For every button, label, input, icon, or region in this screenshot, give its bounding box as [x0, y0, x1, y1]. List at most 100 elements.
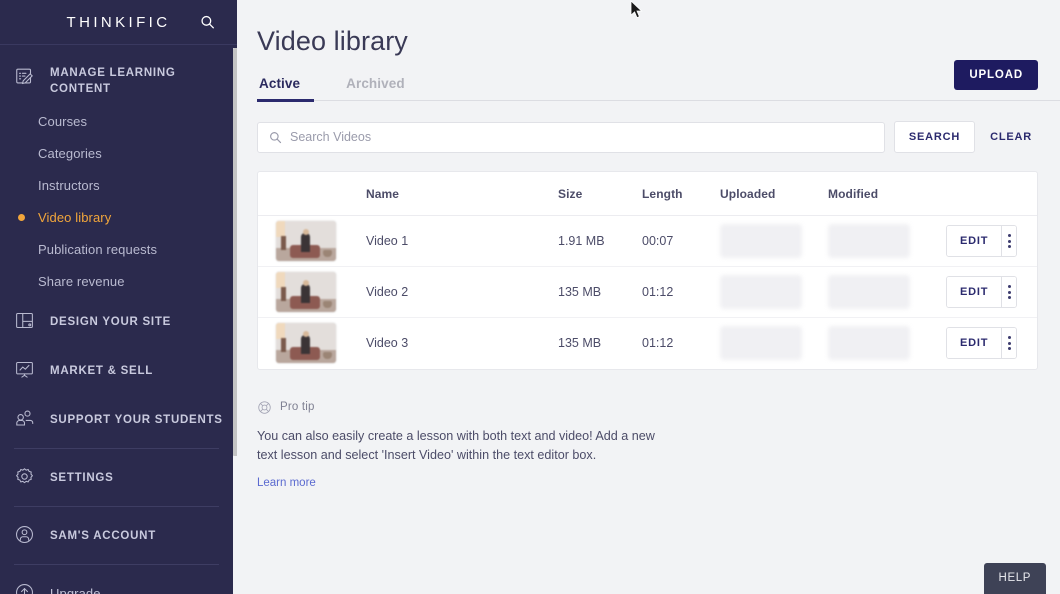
- edit-button[interactable]: EDIT: [947, 277, 1003, 307]
- cell-actions: EDIT: [946, 215, 1037, 267]
- cell-thumbnail[interactable]: [258, 215, 366, 267]
- cell-thumbnail[interactable]: [258, 318, 366, 369]
- people-icon: [14, 408, 38, 432]
- search-icon: [269, 131, 282, 144]
- table-row[interactable]: Video 2 135 MB 01:12 EDIT: [258, 266, 1037, 318]
- lifebuoy-icon: [257, 400, 272, 415]
- video-table: Name Size Length Uploaded Modified Video…: [258, 172, 1037, 369]
- col-actions: [946, 172, 1037, 216]
- search-icon[interactable]: [200, 15, 215, 30]
- pro-tip-body: You can also easily create a lesson with…: [257, 428, 655, 462]
- page-title: Video library: [257, 26, 408, 56]
- sidebar-item-label: SUPPORT YOUR STUDENTS: [50, 413, 223, 426]
- search-input[interactable]: [290, 130, 873, 144]
- video-table-card: Name Size Length Uploaded Modified Video…: [257, 171, 1038, 370]
- col-size: Size: [558, 172, 642, 216]
- learn-more-link[interactable]: Learn more: [257, 477, 316, 489]
- edit-button[interactable]: EDIT: [947, 328, 1003, 359]
- sidebar-item-label: Upgrade: [50, 586, 101, 594]
- sidebar-item-support-your-students[interactable]: SUPPORT YOUR STUDENTS: [0, 395, 237, 444]
- cell-uploaded: [720, 266, 828, 318]
- cell-length: 01:12: [642, 336, 674, 351]
- edit-document-icon: [14, 66, 38, 90]
- sidebar-item-label: Categories: [38, 145, 102, 161]
- edit-button[interactable]: EDIT: [947, 226, 1003, 256]
- sidebar-item-instructors[interactable]: Instructors: [0, 169, 237, 201]
- sidebar-item-market-and-sell[interactable]: MARKET & SELL: [0, 346, 237, 395]
- video-thumbnail[interactable]: [276, 272, 336, 312]
- search-button[interactable]: SEARCH: [893, 121, 976, 153]
- redacted-value: [828, 326, 910, 361]
- cell-length: 01:12: [642, 266, 720, 318]
- sidebar-item-label: Courses: [38, 113, 88, 129]
- cell-name: Video 2: [366, 266, 558, 318]
- sidebar-item-publication-requests[interactable]: Publication requests: [0, 233, 237, 265]
- tabs: Active Archived: [257, 75, 423, 102]
- cell-name: Video 3: [366, 336, 409, 351]
- cell-size: 135 MB: [558, 266, 642, 318]
- cell-length: 00:07: [642, 215, 720, 267]
- tabs-bar: Active Archived UPLOAD: [257, 60, 1060, 102]
- col-modified: Modified: [828, 172, 946, 216]
- pro-tip: Pro tip You can also easily create a les…: [257, 400, 677, 491]
- sidebar-item-label: Video library: [38, 209, 112, 225]
- arrow-up-circle-icon: [14, 582, 38, 594]
- clear-button[interactable]: CLEAR: [984, 122, 1038, 152]
- cell-actions: EDIT: [946, 266, 1037, 318]
- tab-active[interactable]: Active: [257, 76, 328, 102]
- cell-modified: [828, 318, 946, 369]
- gear-icon: [14, 466, 38, 490]
- table-row[interactable]: Video 1 1.91 MB 00:07 EDIT: [258, 215, 1037, 267]
- search-field[interactable]: [257, 121, 885, 153]
- redacted-value: [828, 275, 910, 309]
- cell-thumbnail[interactable]: [258, 266, 366, 318]
- sidebar-item-settings[interactable]: SETTINGS: [0, 453, 237, 502]
- active-dot: [14, 213, 28, 221]
- layout-panels-icon: [14, 310, 38, 334]
- redacted-value: [720, 224, 802, 258]
- cell-modified: [828, 215, 946, 267]
- table-row[interactable]: Video 3 135 MB 01:12 EDIT: [258, 318, 1037, 369]
- search-row: SEARCH CLEAR: [257, 121, 1038, 153]
- col-uploaded: Uploaded: [720, 172, 828, 216]
- cell-name: Video 1: [366, 215, 558, 267]
- kebab-menu-icon[interactable]: [1002, 277, 1016, 307]
- sidebar-item-label: SETTINGS: [50, 471, 114, 484]
- sidebar-item-upgrade[interactable]: Upgrade: [0, 569, 237, 594]
- table-body: Video 1 1.91 MB 00:07 EDIT Video 2 135 M…: [258, 215, 1037, 369]
- upload-button[interactable]: UPLOAD: [954, 60, 1038, 90]
- help-button[interactable]: HELP: [983, 563, 1046, 594]
- redacted-value: [720, 326, 802, 361]
- sidebar-item-label: SAM'S ACCOUNT: [50, 529, 156, 542]
- sidebar-item-courses[interactable]: Courses: [0, 105, 237, 137]
- sidebar-item-label: Share revenue: [38, 273, 125, 289]
- pro-tip-title: Pro tip: [280, 401, 315, 413]
- pro-tip-header: Pro tip: [257, 400, 677, 415]
- cell-uploaded: [720, 215, 828, 267]
- tab-archived[interactable]: Archived: [328, 76, 423, 101]
- sidebar-item-design-your-site[interactable]: DESIGN YOUR SITE: [0, 297, 237, 346]
- sidebar-group-manage-learning-content[interactable]: MANAGE LEARNING CONTENT: [0, 55, 237, 101]
- redacted-value: [720, 275, 802, 309]
- redacted-value: [828, 224, 910, 258]
- sidebar-item-sams-account[interactable]: SAM'S ACCOUNT: [0, 511, 237, 560]
- user-circle-icon: [14, 524, 38, 548]
- sidebar-item-video-library[interactable]: Video library: [0, 201, 237, 233]
- main-content: Video library Active Archived UPLOAD SEA…: [237, 0, 1060, 594]
- row-action-group: EDIT: [946, 225, 1017, 257]
- sidebar-item-categories[interactable]: Categories: [0, 137, 237, 169]
- col-length: Length: [642, 172, 720, 216]
- video-thumbnail[interactable]: [276, 221, 336, 261]
- thinkific-logo: THINKIFIC: [66, 13, 171, 31]
- cell-uploaded: [720, 318, 828, 369]
- table-header-row: Name Size Length Uploaded Modified: [258, 172, 1037, 216]
- kebab-menu-icon[interactable]: [1002, 226, 1016, 256]
- sidebar-item-label: Publication requests: [38, 241, 158, 257]
- video-thumbnail[interactable]: [276, 323, 336, 364]
- app-root: THINKIFIC MANAGE LEARNING CONTENT Course…: [0, 0, 1060, 594]
- cell-modified: [828, 266, 946, 318]
- row-action-group: EDIT: [946, 276, 1017, 308]
- sidebar-item-share-revenue[interactable]: Share revenue: [0, 265, 237, 297]
- kebab-menu-icon[interactable]: [1002, 328, 1016, 359]
- sidebar-item-label: DESIGN YOUR SITE: [50, 315, 172, 328]
